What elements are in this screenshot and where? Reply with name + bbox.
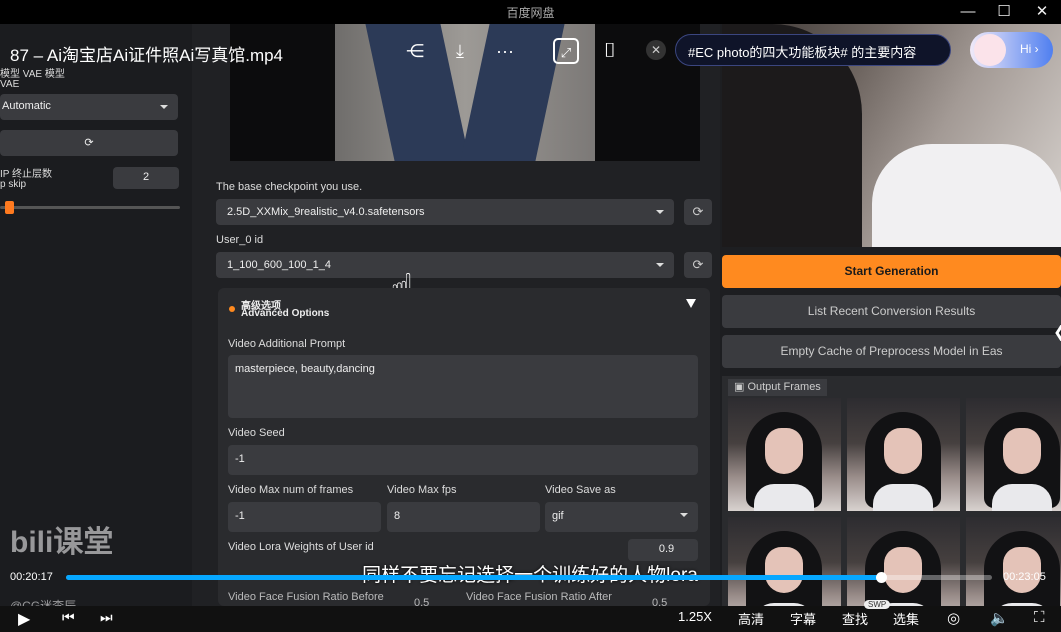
user-id-label: User_0 id: [216, 234, 264, 246]
assistant-pill[interactable]: Hi ›: [970, 32, 1053, 68]
next-icon[interactable]: ⏭: [100, 609, 113, 626]
chevron-down-icon: [160, 105, 168, 109]
target-icon[interactable]: ◎: [947, 609, 960, 627]
speed-button[interactable]: 1.25X: [678, 609, 712, 624]
chevron-down-icon: [680, 513, 688, 517]
share-icon[interactable]: ⋲: [402, 38, 428, 64]
progress-fill: [66, 575, 881, 580]
more-icon[interactable]: ···: [492, 38, 518, 64]
empty-cache-button[interactable]: Empty Cache of Preprocess Model in Eas: [722, 335, 1061, 368]
subtitle-text: 同样不要忘记选择一个训练好的人物lora: [330, 560, 730, 586]
video-prompt-label: Video Additional Prompt: [228, 338, 346, 350]
assistant-greeting: Hi ›: [1020, 42, 1039, 56]
clip-skip-input[interactable]: 2: [113, 167, 179, 189]
quality-button[interactable]: 高清: [738, 609, 764, 628]
progress-bar[interactable]: [66, 572, 992, 583]
chevron-left-icon[interactable]: ❮: [1053, 322, 1061, 342]
advanced-title-en: Advanced Options: [241, 308, 330, 319]
save-as-select[interactable]: gif: [545, 502, 698, 532]
refresh-icon: ⟳: [692, 257, 704, 272]
photo-dress-shape: [872, 144, 1061, 247]
lora-weights-label: Video Lora Weights of User id: [228, 541, 374, 553]
checkpoint-value: 2.5D_XXMix_9realistic_v4.0.safetensors: [227, 206, 425, 218]
right-output-panel: Start Generation List Recent Conversion …: [720, 24, 1061, 606]
progress-knob[interactable]: [875, 572, 887, 583]
search-button[interactable]: 查找: [842, 609, 868, 628]
bilibili-watermark: bili课堂: [10, 526, 114, 559]
download-icon[interactable]: ⤓: [447, 38, 473, 64]
fusion-after-value[interactable]: 0.5: [652, 597, 667, 606]
user-id-refresh-button[interactable]: ⟳: [684, 252, 712, 278]
previous-icon[interactable]: ⏮: [62, 609, 75, 626]
save-as-value: gif: [552, 510, 564, 522]
video-seed-input[interactable]: -1: [228, 445, 698, 475]
volume-icon[interactable]: 🔈: [990, 609, 1009, 627]
video-title: 87 – Ai淘宝店Ai证件照Ai写真馆.mp4: [10, 46, 284, 65]
window-titlebar: 百度网盘 — ☐ ✕: [0, 0, 1061, 24]
user-id-value: 1_100_600_100_1_4: [227, 259, 332, 271]
output-frame[interactable]: [847, 398, 960, 511]
ai-summary-pill[interactable]: #EC photo的四大功能板块# 的主要内容: [675, 34, 951, 66]
clip-skip-slider-handle[interactable]: [5, 201, 14, 214]
center-config-panel: The base checkpoint you use. 2.5D_XXMix_…: [208, 24, 720, 606]
advanced-options-accordion[interactable]: 高级选项 Advanced Options Video Additional P…: [218, 288, 710, 606]
app-title: 百度网盘: [506, 6, 555, 20]
max-fps-label: Video Max fps: [387, 484, 457, 496]
video-frame[interactable]: 模型 VAE 模型 VAE Automatic ⟳ IP 终止层数 p skip…: [0, 24, 1061, 606]
minimize-icon[interactable]: —: [950, 0, 986, 24]
fusion-after-label: Video Face Fusion Ratio After: [466, 591, 612, 603]
lora-weights-input[interactable]: 0.9: [628, 539, 698, 561]
close-icon[interactable]: ✕: [646, 40, 666, 60]
checkpoint-label: The base checkpoint you use.: [216, 181, 363, 193]
video-seed-label: Video Seed: [228, 427, 285, 439]
max-frames-label: Video Max num of frames: [228, 484, 354, 496]
player-top-bar: 87 – Ai淘宝店Ai证件照Ai写真馆.mp4 ⋲ ⤓ ··· ⤢ ⌷ ✕ #…: [0, 24, 1061, 76]
save-as-label: Video Save as: [545, 484, 616, 496]
clip-skip-slider-track[interactable]: [0, 206, 180, 209]
image-icon: ▣: [734, 381, 748, 393]
output-frame[interactable]: [966, 517, 1061, 606]
assistant-avatar: [974, 34, 1006, 66]
play-icon[interactable]: ▶: [18, 609, 30, 629]
maximize-icon[interactable]: ☐: [986, 0, 1022, 24]
chevron-down-icon: [656, 210, 664, 214]
output-frame[interactable]: [847, 517, 960, 606]
video-prompt-input[interactable]: masterpiece, beauty,dancing: [228, 355, 698, 418]
output-frame[interactable]: [728, 398, 841, 511]
picture-in-picture-icon[interactable]: ⤢: [553, 38, 579, 64]
time-total: 00:23:05: [1003, 571, 1046, 583]
checkpoint-refresh-button[interactable]: ⟳: [684, 199, 712, 225]
advanced-dot-icon: [229, 306, 235, 312]
fullscreen-icon[interactable]: ⛶: [1034, 609, 1045, 626]
fusion-before-value[interactable]: 0.5: [414, 597, 429, 606]
checkpoint-select[interactable]: 2.5D_XXMix_9realistic_v4.0.safetensors: [216, 199, 674, 225]
chevron-down-icon: [656, 263, 664, 267]
fusion-before-label: Video Face Fusion Ratio Before: [228, 591, 384, 603]
max-frames-input[interactable]: -1: [228, 502, 381, 532]
player-controls: ▶ ⏮ ⏭ 1.25X 高清 字幕 查找 SWP 选集 ◎ 🔈 ⛶: [0, 600, 1061, 632]
refresh-icon: ⟳: [692, 204, 704, 219]
output-frame[interactable]: [966, 398, 1061, 511]
user-id-select[interactable]: 1_100_600_100_1_4: [216, 252, 674, 278]
refresh-icon: ⟳: [84, 137, 94, 149]
swp-badge: SWP: [864, 600, 891, 609]
episodes-button[interactable]: 选集: [893, 609, 919, 628]
max-fps-input[interactable]: 8: [387, 502, 540, 532]
start-generation-button[interactable]: Start Generation: [722, 255, 1061, 288]
vae-label-en: VAE: [0, 79, 20, 90]
output-frame[interactable]: [728, 517, 841, 606]
vae-refresh-button[interactable]: ⟳: [0, 130, 178, 156]
list-results-button[interactable]: List Recent Conversion Results: [722, 295, 1061, 328]
collapse-triangle-icon[interactable]: [686, 299, 696, 308]
clip-skip-label-en: p skip: [0, 179, 27, 190]
time-current: 00:20:17: [10, 571, 53, 583]
crop-icon[interactable]: ⌷: [597, 38, 623, 64]
subtitles-button[interactable]: 字幕: [790, 609, 816, 628]
vae-select[interactable]: Automatic: [0, 94, 178, 120]
vae-select-value: Automatic: [2, 100, 51, 112]
output-frames-tab: ▣ Output Frames: [728, 379, 827, 396]
close-icon[interactable]: ✕: [1024, 0, 1060, 24]
